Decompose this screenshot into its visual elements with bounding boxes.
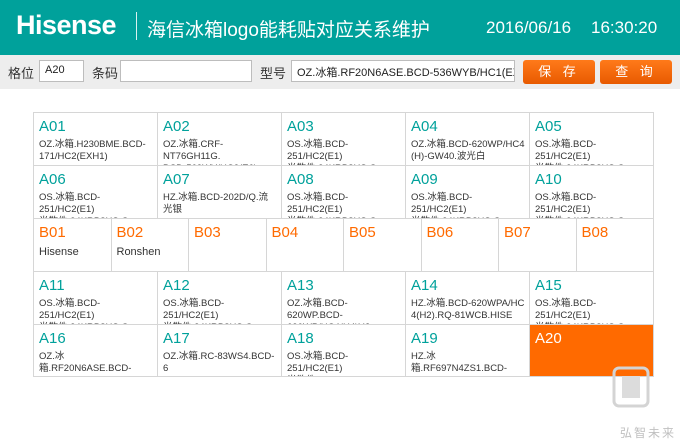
slot-model: OS.冰箱.BCD-251/HC2(E1) 半散件.24KRB8HS.O [287, 351, 377, 376]
barcode-input[interactable] [120, 60, 252, 82]
slot-model: OZ.冰箱.BCD-620WP.BCD- 620WP/HC4(H4)YJ [287, 298, 369, 324]
brand-logo: Hisense [16, 10, 117, 40]
page-title: 海信冰箱logo能耗贴对应关系维护 [147, 20, 430, 41]
slot-cell-b02[interactable]: B02 Ronshen [110, 219, 189, 271]
slot-code: A11 [39, 277, 65, 294]
save-button[interactable]: 保 存 [523, 60, 595, 84]
slot-model: OS.冰箱.BCD-251/HC2(E1) 半散件.24KRB8HS.O [535, 139, 625, 165]
slot-cell-b03[interactable]: B03 [188, 219, 266, 271]
slot-cell-a16[interactable]: A16 OZ.冰箱.RF20N6ASE.BCD- 536WYB/HC1(EXH1) [33, 325, 157, 376]
slot-cell-b01[interactable]: B01 Hisense [33, 219, 111, 271]
slot-code: B03 [194, 224, 221, 241]
header-divider [136, 12, 137, 40]
slot-code: A20 [535, 330, 562, 347]
slot-cell-a07[interactable]: A07 HZ.冰箱.BCD-202D/Q.流光银 [157, 166, 281, 218]
slot-cell-a08[interactable]: A08 OS.冰箱.BCD-251/HC2(E1) 半散件.24KRB8HS.O [281, 166, 405, 218]
slot-cell-a01[interactable]: A01 OZ.冰箱.H230BME.BCD- 171/HC2(EXH1) [33, 113, 157, 165]
slot-code: B05 [349, 224, 376, 241]
slot-cell-a12[interactable]: A12 OS.冰箱.BCD-251/HC2(E1) 半散件.24KRB8HS.O [157, 272, 281, 324]
slot-brand: Hisense [39, 246, 79, 258]
app-header: Hisense 海信冰箱logo能耗贴对应关系维护 2016/06/16 16:… [0, 0, 680, 55]
grid-row: A11OS.冰箱.BCD-251/HC2(E1) 半散件.24KRB8HS.O … [33, 271, 654, 324]
grid-row-brands: B01 Hisense B02 Ronshen B03 B04 B05 B06 B0… [33, 218, 654, 271]
slot-cell-a02[interactable]: A02 OZ.冰箱.CRF-NT76GH11G. BCD-562WY/HC2(E6… [157, 113, 281, 165]
slot-code: A07 [163, 171, 190, 188]
slot-cell-a05[interactable]: A05 OS.冰箱.BCD-251/HC2(E1) 半散件.24KRB8HS.O [529, 113, 654, 165]
slot-model: OZ.冰箱.H230BME.BCD- 171/HC2(EXH1) [39, 139, 146, 162]
slot-code: A04 [411, 118, 438, 135]
slot-code: A10 [535, 171, 562, 188]
slot-cell-b08[interactable]: B08 [575, 219, 654, 271]
slot-code: A09 [411, 171, 438, 188]
slot-cell-b06[interactable]: B06 [420, 219, 499, 271]
slot-cell-b07[interactable]: B07 [498, 219, 576, 271]
slot-grid: A01 OZ.冰箱.H230BME.BCD- 171/HC2(EXH1) A02 O… [33, 112, 654, 377]
slot-cell-a19[interactable]: A19 HZ.冰箱.RF697N4ZS1.BCD- 536WYA/HC2(EXH3… [405, 325, 529, 376]
slot-cell-a17[interactable]: A17 OZ.冰箱.RC-83WS4.BCD-6 36WYA/HC4(HAA1)S… [157, 325, 281, 376]
position-input[interactable]: A20 [39, 60, 84, 82]
slot-model: HZ.冰箱.BCD-620WPA/HC 4(H2).RQ-81WCB.HISE [411, 298, 525, 321]
slot-code: A06 [39, 171, 66, 188]
slot-code: A01 [39, 118, 66, 135]
slot-model: OS.冰箱.BCD-251/HC2(E1) 半散件.24KRB8HS.O [535, 298, 625, 324]
slot-code: A18 [287, 330, 314, 347]
slot-code: A05 [535, 118, 562, 135]
barcode-label: 条码 [92, 66, 119, 81]
slot-model: OZ.冰箱.RF20N6ASE.BCD- 536WYB/HC1(EXH1) [39, 351, 132, 376]
slot-code: B02 [116, 224, 144, 241]
slot-model: OZ.冰箱.BCD-620WP/HC4 (H)-GW40.波光白 [411, 139, 525, 162]
slot-cell-a03[interactable]: A03 OS.冰箱.BCD-251/HC2(E1) 半散件.24KRB8HS.O [281, 113, 405, 165]
slot-code: B06 [426, 224, 454, 241]
slot-model: OZ.冰箱.RC-83WS4.BCD-6 36WYA/HC4(HAA1)SKD [163, 351, 275, 376]
slot-cell-b04[interactable]: B04 [265, 219, 344, 271]
current-date: 2016/06/16 [486, 18, 572, 37]
watermark-text: 弘智未来 [620, 426, 677, 440]
slot-model: OS.冰箱.BCD-251/HC2(E1) 半散件.24KRB8HS.O [39, 298, 129, 324]
slot-cell-a10[interactable]: A10 OS.冰箱.BCD-251/HC2(E1) 半散件.24KRB8HS.O [529, 166, 654, 218]
grid-row: A01 OZ.冰箱.H230BME.BCD- 171/HC2(EXH1) A02 O… [33, 112, 654, 165]
slot-code: A08 [287, 171, 314, 188]
toolbar: 格位 A20 条码 型号 OZ.冰箱.RF20N6ASE.BCD-536WYB/… [0, 55, 680, 89]
slot-cell-a13[interactable]: A13 OZ.冰箱.BCD-620WP.BCD- 620WP/HC4(H4)YJ [281, 272, 405, 324]
slot-model: OS.冰箱.BCD-251/HC2(E1) 半散件.24KRB8HS.O [287, 192, 377, 218]
slot-code: A17 [163, 330, 190, 347]
slot-brand: Ronshen [116, 246, 161, 258]
grid-row: A06OS.冰箱.BCD-251/HC2(E1) 半散件.24KRB8HS.O … [33, 165, 654, 218]
slot-model: OS.冰箱.BCD-251/HC2(E1) 半散件.24KRB8HS.O [411, 192, 501, 218]
slot-code: A16 [39, 330, 66, 347]
position-label: 格位 [8, 66, 35, 81]
slot-cell-a09[interactable]: A09 OS.冰箱.BCD-251/HC2(E1) 半散件.24KRB8HS.O [405, 166, 529, 218]
slot-model: HZ.冰箱.RF697N4ZS1.BCD- 536WYA/HC2(EXH35) [411, 351, 508, 376]
model-label: 型号 [260, 66, 287, 81]
slot-code: B08 [581, 224, 609, 241]
model-input[interactable]: OZ.冰箱.RF20N6ASE.BCD-536WYB/HC1(EXH1) [291, 60, 515, 82]
slot-model: OZ.冰箱.CRF-NT76GH11G. BCD-562WY/HC2(E6) [163, 139, 257, 165]
slot-cell-a18[interactable]: A18 OS.冰箱.BCD-251/HC2(E1) 半散件.24KRB8HS.O [281, 325, 405, 376]
slot-code: A03 [287, 118, 314, 135]
slot-cell-a14[interactable]: A14 HZ.冰箱.BCD-620WPA/HC 4(H2).RQ-81WCB.HI… [405, 272, 529, 324]
slot-model: HZ.冰箱.BCD-202D/Q.流光银 [163, 192, 269, 215]
slot-code: A13 [287, 277, 314, 294]
current-time: 16:30:20 [591, 18, 658, 37]
slot-model: OS.冰箱.BCD-251/HC2(E1) 半散件.24KRB8HS.O [39, 192, 129, 218]
slot-cell-a04[interactable]: A04 OZ.冰箱.BCD-620WP/HC4 (H)-GW40.波光白 [405, 113, 529, 165]
watermark-logo-icon [612, 366, 650, 408]
grid-row: A16 OZ.冰箱.RF20N6ASE.BCD- 536WYB/HC1(EXH1)… [33, 324, 654, 377]
slot-model: OS.冰箱.BCD-251/HC2(E1) 半散件.24KRB8HS.O [535, 192, 625, 218]
slot-code: B07 [504, 224, 531, 241]
slot-code: A02 [163, 118, 190, 135]
slot-code: A12 [163, 277, 190, 294]
slot-model: OS.冰箱.BCD-251/HC2(E1) 半散件.24KRB8HS.O [287, 139, 377, 165]
slot-code: B04 [271, 224, 299, 241]
slot-model: OS.冰箱.BCD-251/HC2(E1) 半散件.24KRB8HS.O [163, 298, 253, 324]
slot-code: B01 [39, 224, 66, 241]
slot-cell-a11[interactable]: A11 OS.冰箱.BCD-251/HC2(E1) 半散件.24KRB8HS.O [33, 272, 157, 324]
query-button[interactable]: 查 询 [600, 60, 672, 84]
slot-cell-a06[interactable]: A06 OS.冰箱.BCD-251/HC2(E1) 半散件.24KRB8HS.O [33, 166, 157, 218]
slot-code: A14 [411, 277, 438, 294]
slot-cell-a15[interactable]: A15 OS.冰箱.BCD-251/HC2(E1) 半散件.24KRB8HS.O [529, 272, 654, 324]
slot-code: A15 [535, 277, 562, 294]
slot-code: A19 [411, 330, 438, 347]
slot-cell-b05[interactable]: B05 [343, 219, 421, 271]
